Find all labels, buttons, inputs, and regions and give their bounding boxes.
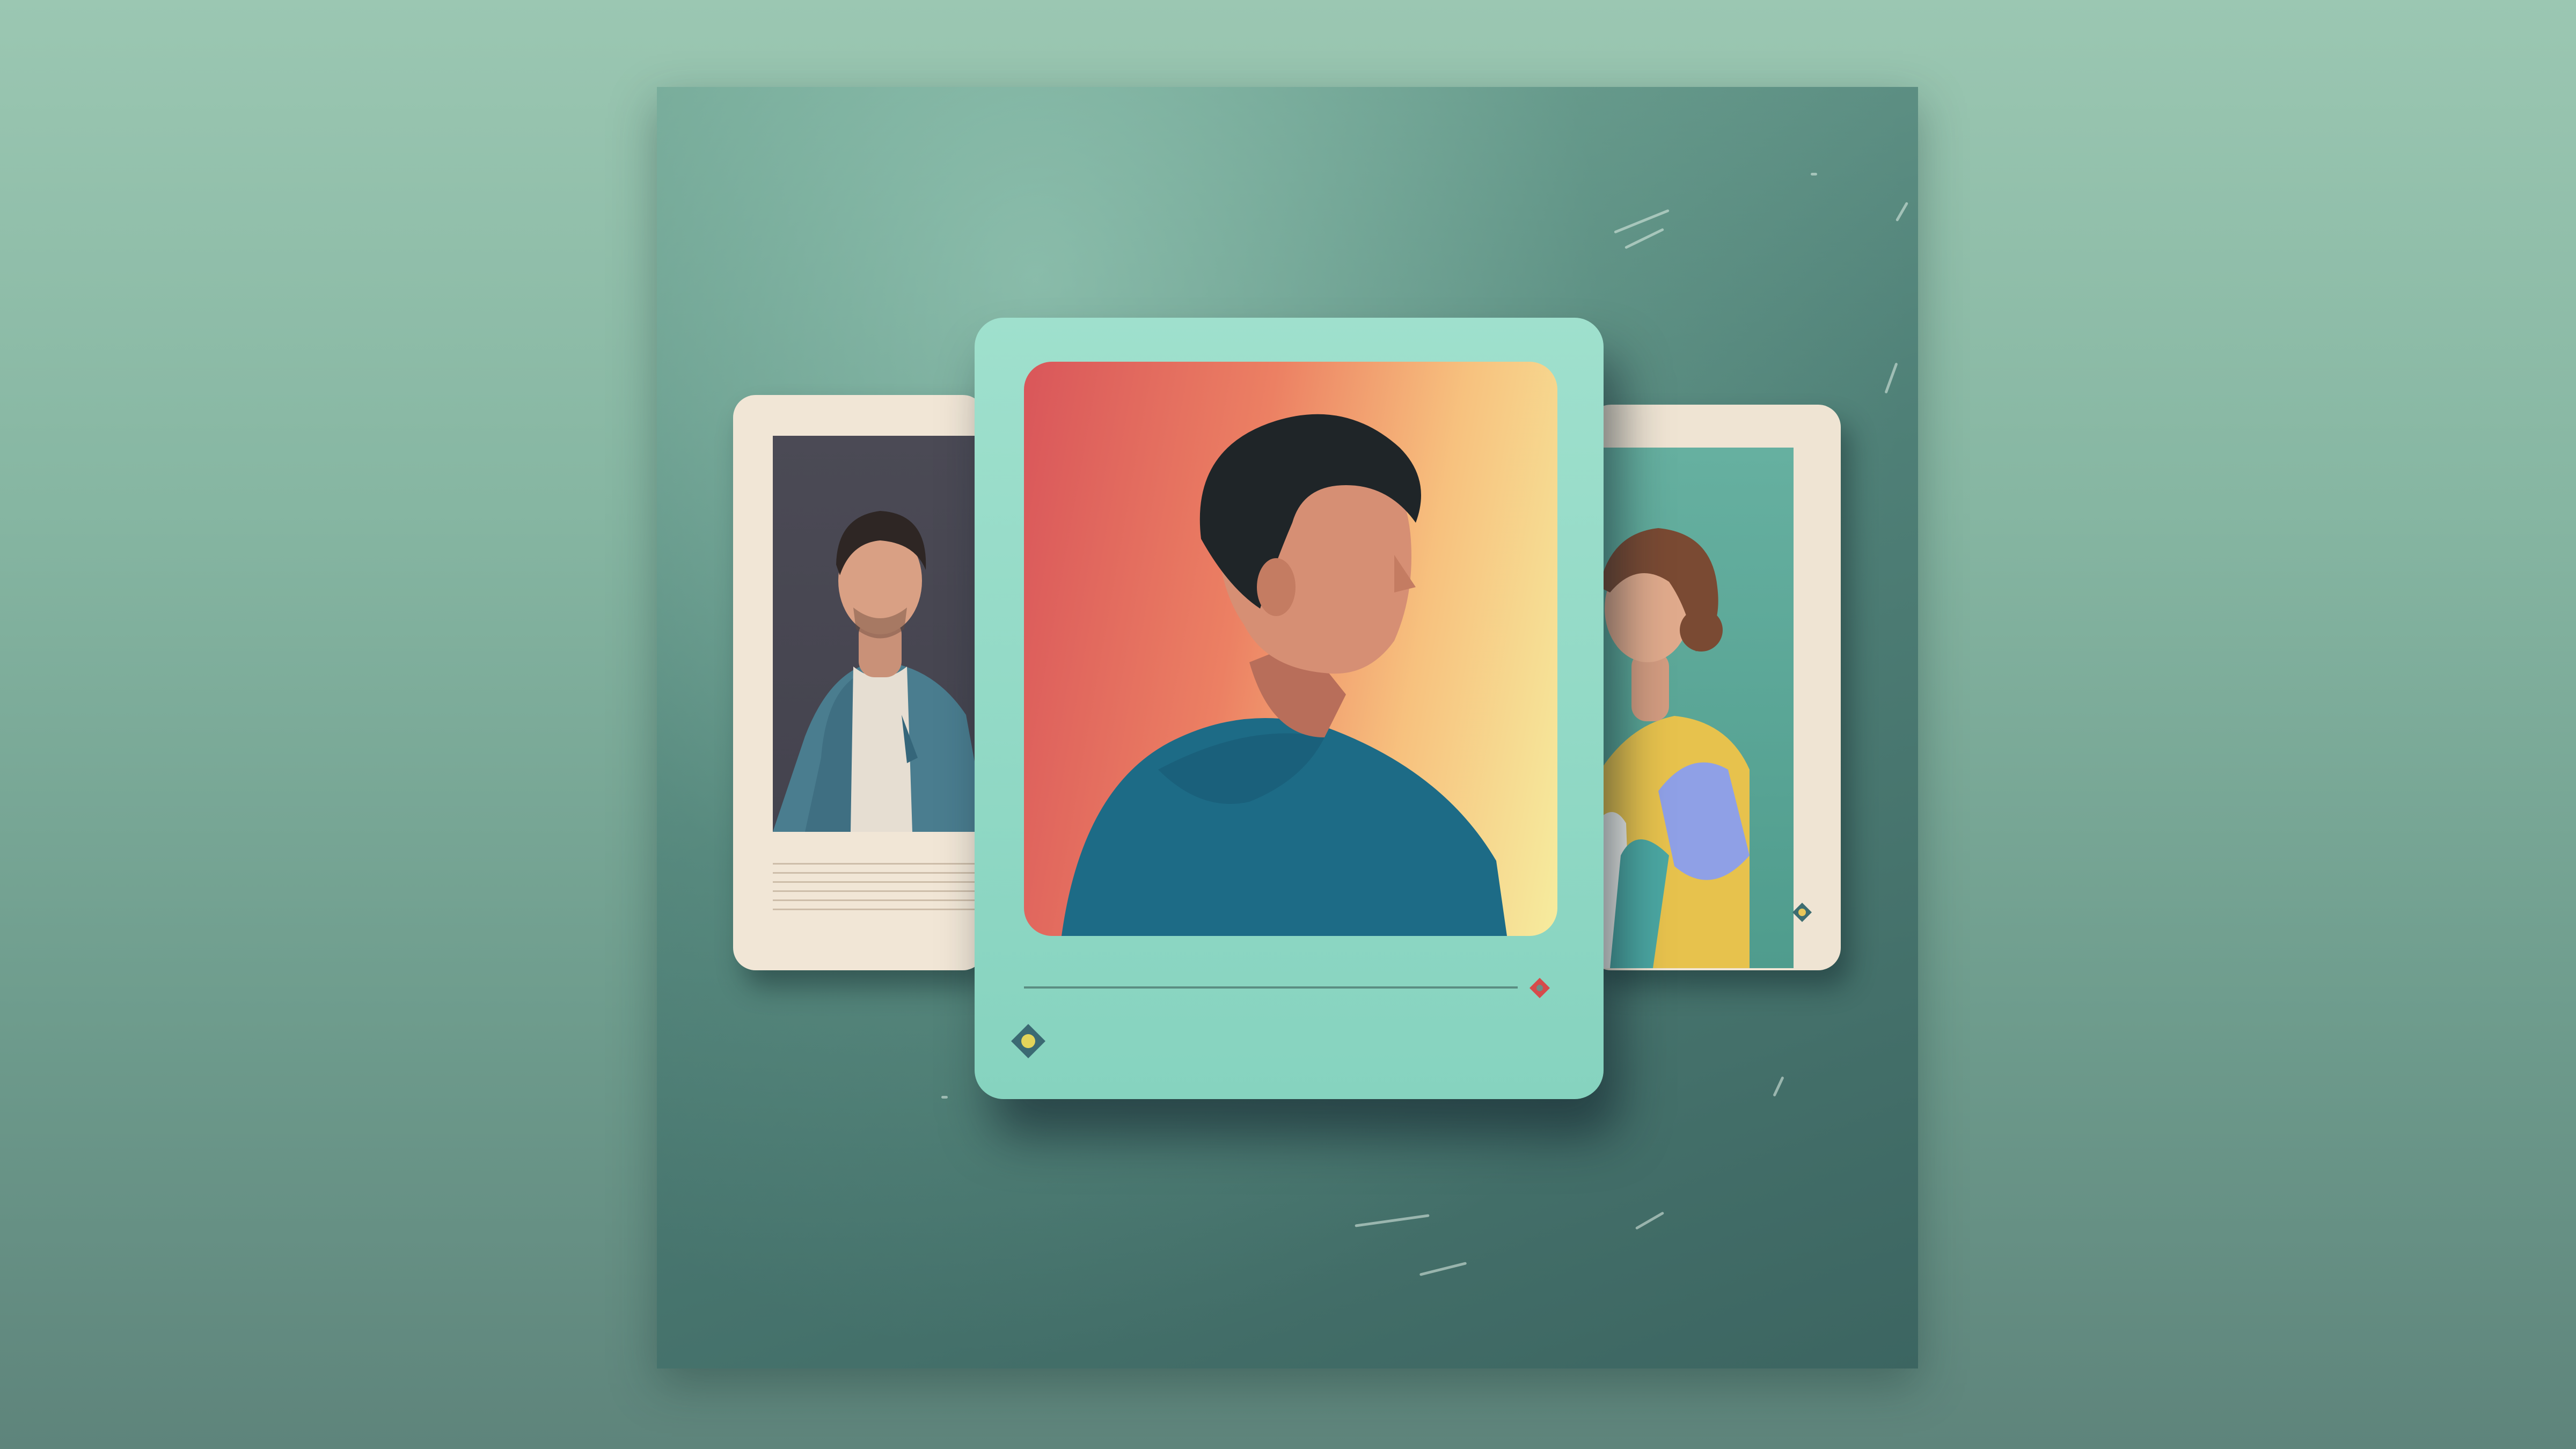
woman-portrait-illustration bbox=[1589, 528, 1750, 968]
portrait-photo-right bbox=[1589, 448, 1794, 968]
scratch-mark bbox=[1624, 228, 1665, 250]
small-diamond-icon bbox=[1790, 901, 1814, 924]
card-text-lines bbox=[773, 863, 982, 918]
portrait-photo-left bbox=[773, 436, 987, 832]
red-diamond-icon[interactable] bbox=[1527, 976, 1552, 1000]
profile-card-left[interactable] bbox=[733, 395, 987, 970]
scratch-mark bbox=[941, 1096, 948, 1099]
scratch-mark bbox=[1419, 1262, 1467, 1276]
scratch-mark bbox=[1355, 1214, 1430, 1227]
scratch-mark bbox=[1811, 173, 1817, 175]
portrait-photo-featured bbox=[1024, 362, 1557, 936]
scratch-mark bbox=[1635, 1211, 1665, 1230]
man-profile-illustration bbox=[1062, 414, 1507, 936]
scratch-mark bbox=[1773, 1076, 1784, 1097]
scratch-mark bbox=[1895, 201, 1909, 222]
man-portrait-illustration bbox=[773, 511, 987, 832]
profile-card-right[interactable] bbox=[1589, 405, 1841, 970]
card-divider-line bbox=[1024, 986, 1518, 989]
scratch-mark bbox=[1884, 362, 1898, 394]
diamond-badge-icon[interactable] bbox=[1008, 1021, 1049, 1062]
profile-card-featured[interactable] bbox=[975, 318, 1604, 1099]
